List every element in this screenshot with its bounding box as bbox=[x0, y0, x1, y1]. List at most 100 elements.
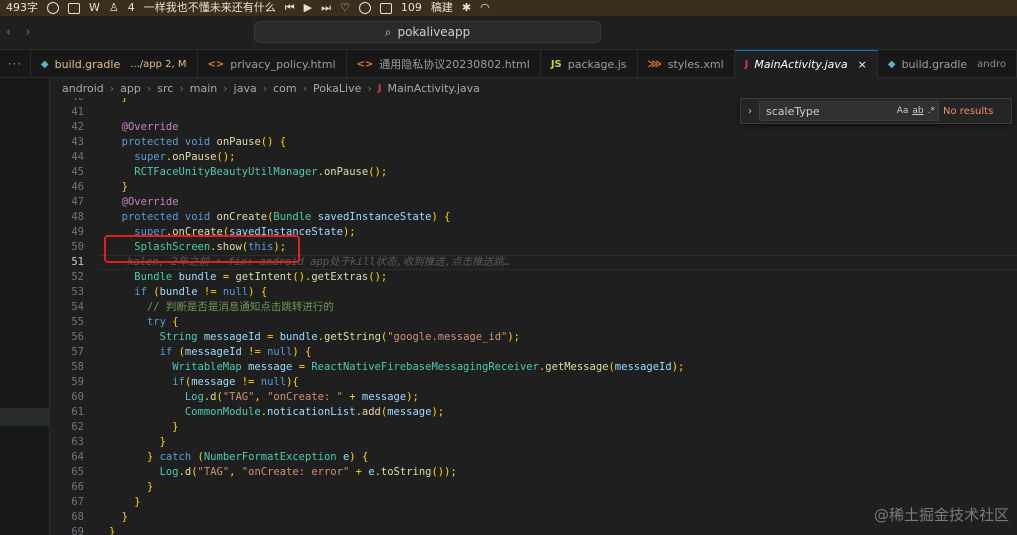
tab-build-gradle-app[interactable]: ◆ build.gradle .../app 2, M bbox=[31, 50, 198, 78]
line-number[interactable]: 62 bbox=[50, 420, 84, 435]
line-number[interactable]: 58 bbox=[50, 360, 84, 375]
tab-privacy-agreement[interactable]: <> 通用隐私协议20230802.html bbox=[347, 50, 541, 78]
line-number[interactable]: 43 bbox=[50, 135, 84, 150]
line-number[interactable]: 48 bbox=[50, 210, 84, 225]
code-line[interactable]: 61 CommonModule.noticationList.add(messa… bbox=[50, 405, 1017, 420]
workspace-name: pokaliveapp bbox=[397, 25, 471, 39]
highlight-annotation bbox=[104, 235, 300, 263]
line-number[interactable]: 57 bbox=[50, 345, 84, 360]
gradle-icon: ◆ bbox=[40, 58, 49, 70]
wifi-icon[interactable]: ◠ bbox=[480, 0, 490, 16]
code-line[interactable]: 63 } bbox=[50, 435, 1017, 450]
code-line[interactable]: 58 WritableMap message = ReactNativeFire… bbox=[50, 360, 1017, 375]
line-number[interactable]: 52 bbox=[50, 270, 84, 285]
line-number[interactable]: 68 bbox=[50, 510, 84, 525]
line-number[interactable]: 41 bbox=[50, 105, 84, 120]
code-line[interactable]: 57 if (messageId != null) { bbox=[50, 345, 1017, 360]
tab-styles-xml[interactable]: ⋙ styles.xml bbox=[638, 50, 735, 78]
code-line[interactable]: 46 } bbox=[50, 180, 1017, 195]
code-line[interactable]: 60 Log.d("TAG", "onCreate: " + message); bbox=[50, 390, 1017, 405]
line-number[interactable]: 47 bbox=[50, 195, 84, 210]
line-number[interactable]: 67 bbox=[50, 495, 84, 510]
code-line[interactable]: 68 } bbox=[50, 510, 1017, 525]
regex-button[interactable]: .* bbox=[928, 106, 935, 116]
breadcrumb-item[interactable]: android bbox=[62, 82, 104, 95]
next-track-icon[interactable]: ⏭ bbox=[321, 0, 331, 16]
back-arrow-icon[interactable]: ‹ bbox=[6, 25, 11, 40]
code-line[interactable]: 45 RCTFaceUnityBeautyUtilManager.onPause… bbox=[50, 165, 1017, 180]
match-case-button[interactable]: Aa bbox=[897, 106, 909, 116]
code-line[interactable]: 54 // 判断是否是消息通知点击跳转进行的 bbox=[50, 300, 1017, 315]
line-number[interactable]: 63 bbox=[50, 435, 84, 450]
code-line[interactable]: 44 super.onPause(); bbox=[50, 150, 1017, 165]
wechat-icon[interactable] bbox=[358, 2, 371, 14]
tab-label: package.js bbox=[567, 57, 627, 71]
forward-arrow-icon[interactable]: › bbox=[25, 25, 30, 40]
match-word-button[interactable]: ab bbox=[912, 106, 923, 116]
breadcrumb-item[interactable]: src bbox=[157, 82, 173, 95]
code-line[interactable]: 59 if(message != null){ bbox=[50, 375, 1017, 390]
code-line[interactable]: 62 } bbox=[50, 420, 1017, 435]
tab-build-gradle-android[interactable]: ◆ build.gradle andro bbox=[878, 50, 1017, 78]
heart-icon[interactable]: ♡ bbox=[340, 0, 350, 16]
nav-arrows: ‹ › bbox=[6, 25, 30, 40]
line-number[interactable]: 60 bbox=[50, 390, 84, 405]
close-icon[interactable]: × bbox=[858, 58, 867, 71]
line-number[interactable]: 50 bbox=[50, 240, 84, 255]
line-number[interactable]: 49 bbox=[50, 225, 84, 240]
code-line[interactable]: 55 try { bbox=[50, 315, 1017, 330]
line-number[interactable]: 56 bbox=[50, 330, 84, 345]
line-number[interactable]: 69 bbox=[50, 525, 84, 535]
selected-row[interactable] bbox=[0, 408, 50, 426]
bluetooth-icon[interactable]: ✱ bbox=[462, 0, 471, 16]
code-line[interactable]: 43 protected void onPause() { bbox=[50, 135, 1017, 150]
code-line[interactable]: 69} bbox=[50, 525, 1017, 535]
code-line[interactable]: 66 } bbox=[50, 480, 1017, 495]
code-line[interactable]: 56 String messageId = bundle.getString("… bbox=[50, 330, 1017, 345]
code-line[interactable]: 52 Bundle bundle = getIntent().getExtras… bbox=[50, 270, 1017, 285]
code-line[interactable]: 48 protected void onCreate(Bundle savedI… bbox=[50, 210, 1017, 225]
line-number[interactable]: 51 bbox=[50, 255, 84, 270]
breadcrumb-item[interactable]: com bbox=[273, 82, 297, 95]
tab-package-js[interactable]: JS package.js bbox=[541, 50, 638, 78]
code-line[interactable]: 53 if (bundle != null) { bbox=[50, 285, 1017, 300]
more-icon[interactable]: ··· bbox=[0, 50, 31, 78]
line-number[interactable]: 64 bbox=[50, 450, 84, 465]
code-line[interactable]: 47 @Override bbox=[50, 195, 1017, 210]
grid-icon[interactable] bbox=[68, 2, 80, 14]
find-input[interactable] bbox=[766, 104, 876, 118]
app-icon[interactable] bbox=[379, 2, 392, 14]
line-number[interactable]: 54 bbox=[50, 300, 84, 315]
line-number[interactable]: 66 bbox=[50, 480, 84, 495]
command-center[interactable]: ⌕ pokaliveapp bbox=[254, 21, 601, 43]
breadcrumb-item[interactable]: PokaLive bbox=[313, 82, 361, 95]
tab-main-activity[interactable]: J MainActivity.java × bbox=[734, 50, 878, 78]
toggle-replace-icon[interactable]: › bbox=[745, 106, 755, 117]
line-number[interactable]: 42 bbox=[50, 120, 84, 135]
tab-label: build.gradle bbox=[901, 57, 968, 71]
line-number[interactable]: 59 bbox=[50, 375, 84, 390]
line-number[interactable]: 44 bbox=[50, 150, 84, 165]
line-number[interactable]: 61 bbox=[50, 405, 84, 420]
tab-privacy-policy[interactable]: <> privacy_policy.html bbox=[198, 50, 347, 78]
breadcrumb-item[interactable]: main bbox=[190, 82, 217, 95]
breadcrumb-item[interactable]: app bbox=[120, 82, 141, 95]
line-number[interactable]: 55 bbox=[50, 315, 84, 330]
play-icon[interactable]: ▶ bbox=[304, 0, 312, 16]
code-line[interactable]: 67 } bbox=[50, 495, 1017, 510]
w-icon[interactable]: W bbox=[89, 0, 100, 16]
person-icon[interactable]: ♙ bbox=[109, 0, 119, 16]
code-line[interactable]: 65 Log.d("TAG", "onCreate: error" + e.to… bbox=[50, 465, 1017, 480]
line-number[interactable]: 65 bbox=[50, 465, 84, 480]
smiley-icon[interactable] bbox=[47, 2, 59, 14]
code-line[interactable]: 64 } catch (NumberFormatException e) { bbox=[50, 450, 1017, 465]
message-badge[interactable]: 4 bbox=[128, 0, 135, 16]
line-number[interactable]: 45 bbox=[50, 165, 84, 180]
breadcrumb-item[interactable]: MainActivity.java bbox=[388, 82, 480, 95]
prev-track-icon[interactable]: ⏮ bbox=[285, 0, 295, 16]
breadcrumb-item[interactable]: java bbox=[234, 82, 257, 95]
code-editor[interactable]: 40 }4142 @Override43 protected void onPa… bbox=[50, 90, 1017, 535]
temperature-text: 109 bbox=[400, 1, 422, 14]
line-number[interactable]: 46 bbox=[50, 180, 84, 195]
line-number[interactable]: 53 bbox=[50, 285, 84, 300]
